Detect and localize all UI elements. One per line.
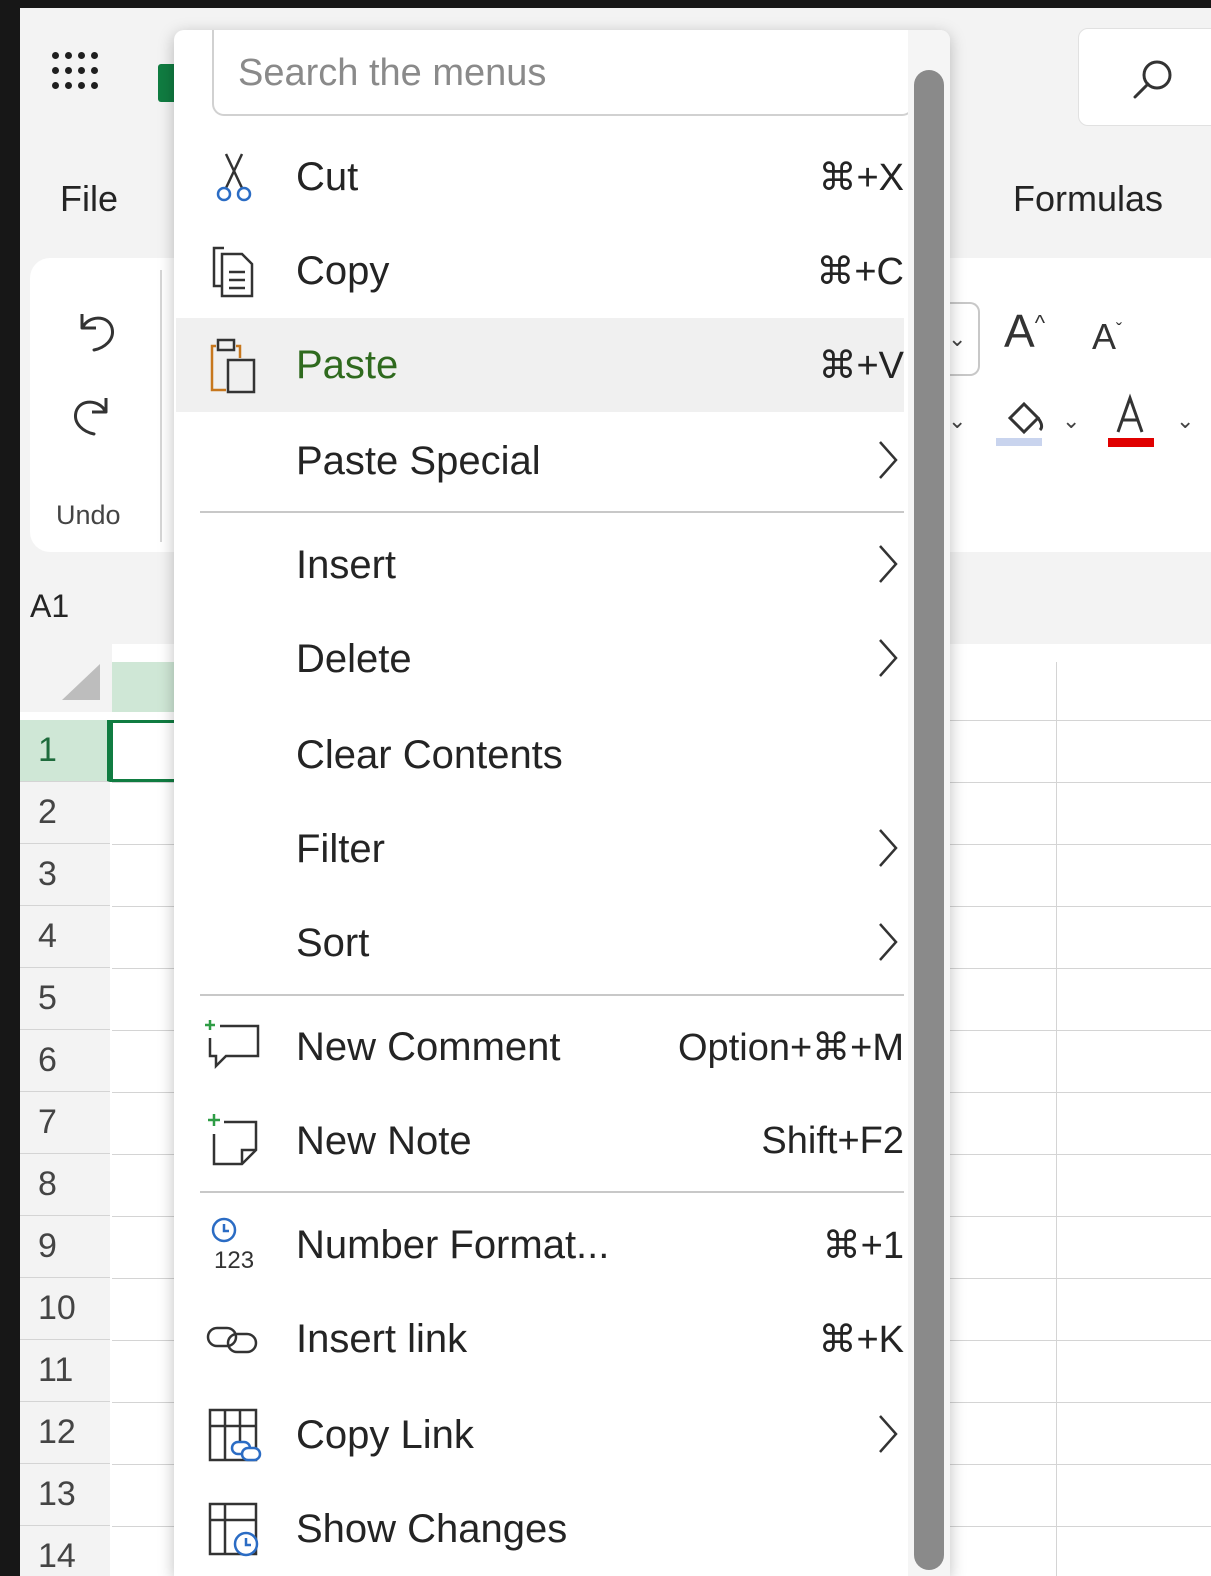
menu-item-shortcut: ⌘+V: [818, 344, 904, 387]
chevron-right-icon: [879, 1415, 898, 1453]
tab-formulas[interactable]: Formulas: [1013, 178, 1163, 220]
menu-item-copy-link[interactable]: Copy Link: [176, 1388, 904, 1482]
chevron-right-icon: [879, 923, 898, 961]
menu-item-shortcut: ⌘+K: [818, 1318, 904, 1361]
column-header-a[interactable]: [112, 662, 182, 712]
app-launcher-icon[interactable]: [52, 52, 102, 102]
menu-item-label: Delete: [296, 636, 412, 681]
menu-item-label: Insert: [296, 542, 397, 587]
row-header[interactable]: 2: [20, 782, 110, 844]
menu-item-shortcut: Shift+F2: [761, 1119, 904, 1162]
context-menu: Cut ⌘+X Copy ⌘+C Paste ⌘+V Paste Special…: [174, 30, 950, 1576]
menu-search-input[interactable]: [236, 44, 890, 102]
menu-separator: [200, 511, 904, 513]
menu-item-paste[interactable]: Paste ⌘+V: [176, 318, 904, 412]
menu-search-box[interactable]: [212, 30, 914, 116]
chevron-right-icon: [879, 545, 898, 583]
menu-item-filter[interactable]: Filter: [176, 802, 904, 896]
ribbon-divider: [160, 270, 162, 542]
menu-separator: [200, 1191, 904, 1193]
search-button[interactable]: [1078, 28, 1211, 126]
number-format-icon: 123: [211, 1217, 254, 1274]
menu-item-label: New Comment: [296, 1024, 561, 1069]
menu-item-label: Paste Special: [296, 438, 541, 483]
row-header[interactable]: 10: [20, 1278, 110, 1340]
menu-item-label: Sort: [296, 920, 370, 965]
paste-icon: [210, 338, 256, 394]
row-header[interactable]: 9: [20, 1216, 110, 1278]
row-header[interactable]: 5: [20, 968, 110, 1030]
fill-color-icon[interactable]: [994, 392, 1054, 452]
chevron-right-icon: [879, 829, 898, 867]
menu-item-new-comment[interactable]: New Comment Option+⌘+M: [176, 1000, 904, 1094]
menu-item-label: Cut: [296, 154, 359, 199]
chevron-right-icon: [879, 441, 898, 479]
new-comment-icon: [205, 1020, 260, 1070]
menu-item-label: New Note: [296, 1118, 472, 1163]
search-icon: [1133, 60, 1172, 99]
menu-item-label: Show Changes: [296, 1506, 568, 1551]
row-header[interactable]: 13: [20, 1464, 110, 1526]
show-changes-icon: [208, 1502, 259, 1557]
menu-item-label: Insert link: [296, 1316, 468, 1361]
menu-item-paste-special[interactable]: Paste Special: [176, 414, 904, 508]
undo-group-label: Undo: [56, 500, 121, 530]
redo-icon[interactable]: [68, 388, 120, 440]
menu-item-clear-contents[interactable]: Clear Contents: [176, 708, 904, 802]
menu-item-shortcut: ⌘+1: [822, 1224, 904, 1267]
chevron-down-icon[interactable]: ⌄: [1176, 408, 1194, 434]
select-all-corner[interactable]: [20, 644, 112, 712]
undo-icon[interactable]: [68, 304, 120, 356]
scissors-icon: [216, 153, 252, 202]
row-header[interactable]: 14: [20, 1526, 110, 1576]
menu-item-label: Copy Link: [296, 1412, 474, 1457]
menu-item-shortcut: Option+⌘+M: [678, 1026, 904, 1069]
menu-item-label: Number Format...: [296, 1222, 610, 1267]
chevron-down-icon[interactable]: ⌄: [1062, 408, 1080, 434]
chevron-down-icon[interactable]: ⌄: [948, 408, 966, 434]
menu-item-copy[interactable]: Copy ⌘+C: [176, 224, 904, 318]
chevron-down-icon: ⌄: [948, 326, 967, 351]
svg-text:123: 123: [214, 1247, 254, 1274]
row-header[interactable]: 11: [20, 1340, 110, 1402]
menu-item-shortcut: ⌘+X: [818, 156, 904, 199]
name-box[interactable]: A1: [30, 588, 69, 625]
menu-item-delete[interactable]: Delete: [176, 612, 904, 706]
menu-item-label: Paste: [296, 342, 399, 387]
menu-item-insert[interactable]: Insert: [176, 518, 904, 612]
row-header[interactable]: 8: [20, 1154, 110, 1216]
row-header[interactable]: 12: [20, 1402, 110, 1464]
copy-icon: [212, 246, 254, 298]
menu-item-label: Copy: [296, 248, 390, 293]
menu-item-label: Filter: [296, 826, 385, 871]
menu-item-sort[interactable]: Sort: [176, 896, 904, 990]
menu-item-cut[interactable]: Cut ⌘+X: [176, 130, 904, 224]
menu-item-label: Clear Contents: [296, 732, 563, 777]
menu-separator: [200, 994, 904, 996]
new-note-icon: [208, 1114, 258, 1166]
row-header[interactable]: 7: [20, 1092, 110, 1154]
row-header[interactable]: 6: [20, 1030, 110, 1092]
menu-item-number-format[interactable]: 123 Number Format... ⌘+1: [176, 1198, 904, 1292]
font-color-icon[interactable]: [1106, 392, 1166, 452]
menu-item-new-note[interactable]: New Note Shift+F2: [176, 1094, 904, 1188]
tab-file[interactable]: File: [60, 178, 118, 220]
menu-scrollbar-thumb[interactable]: [914, 70, 944, 1570]
menu-item-shortcut: ⌘+C: [816, 250, 904, 293]
menu-item-insert-link[interactable]: Insert link ⌘+K: [176, 1292, 904, 1386]
menu-item-show-changes[interactable]: Show Changes: [176, 1482, 904, 1576]
row-header[interactable]: 1: [20, 720, 110, 782]
decrease-font-size-icon[interactable]: Aˇ: [1092, 316, 1122, 358]
row-header[interactable]: 3: [20, 844, 110, 906]
link-icon: [206, 1326, 258, 1354]
copy-link-icon: [208, 1408, 262, 1462]
row-header[interactable]: 4: [20, 906, 110, 968]
increase-font-size-icon[interactable]: A^: [1004, 304, 1045, 358]
column-divider: [1056, 662, 1057, 1576]
chevron-right-icon: [879, 639, 898, 677]
